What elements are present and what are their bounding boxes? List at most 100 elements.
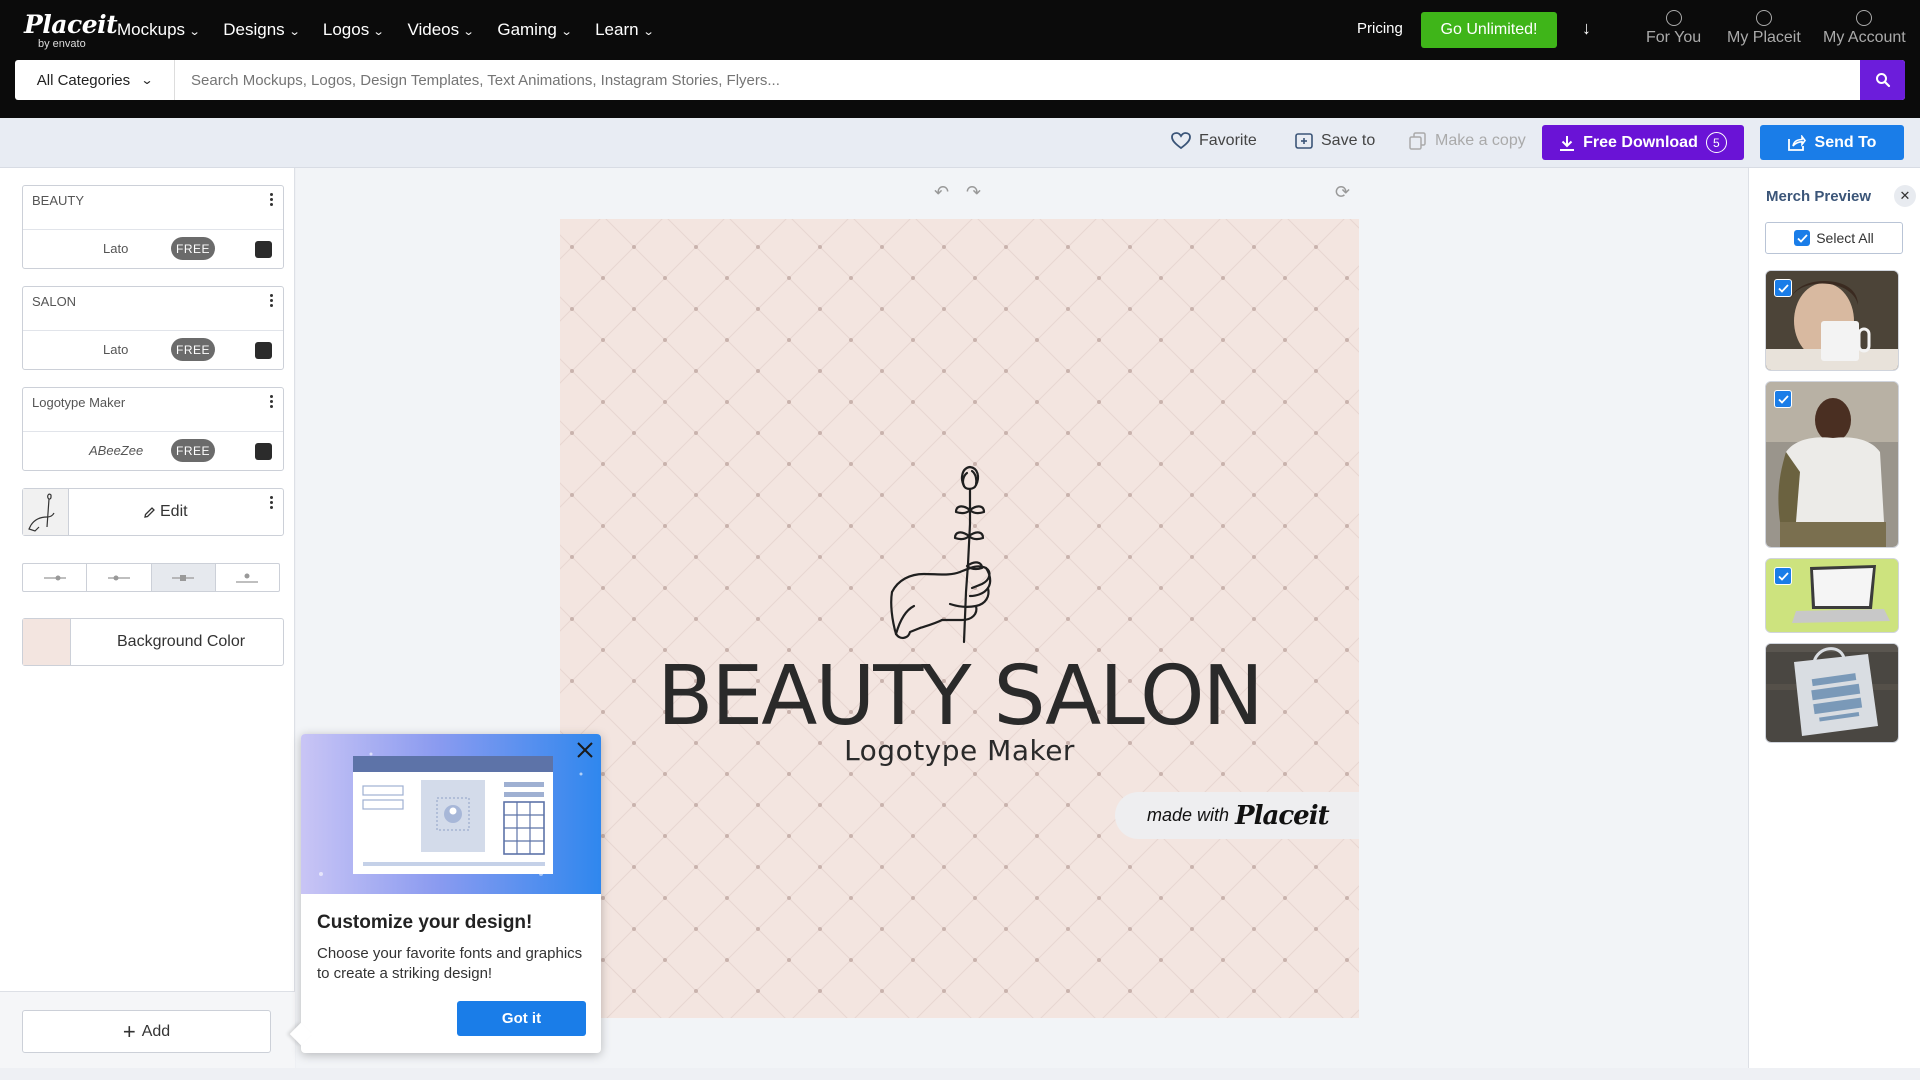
- save-to-button[interactable]: Save to: [1295, 132, 1375, 150]
- more-options-icon[interactable]: [270, 496, 274, 511]
- placeit-logo[interactable]: Placeit by envato: [24, 12, 118, 51]
- chevron-down-icon: ⌄: [642, 25, 655, 38]
- compass-icon: [1665, 10, 1682, 26]
- menu-videos[interactable]: Videos ⌄: [407, 18, 474, 42]
- font-name[interactable]: ABeeZee: [89, 443, 143, 458]
- checkbox-checked-icon: [1794, 230, 1811, 246]
- category-value: All Categories: [36, 71, 131, 89]
- make-copy-button[interactable]: Make a copy: [1409, 132, 1526, 150]
- text-layer-salon[interactable]: SALON Lato FREE: [22, 286, 284, 370]
- text-layer-beauty[interactable]: BEAUTY Lato FREE: [22, 185, 284, 269]
- free-badge: FREE: [171, 439, 215, 462]
- menu-label: Gaming: [497, 20, 557, 39]
- font-name[interactable]: Lato: [103, 342, 128, 357]
- menu-designs[interactable]: Designs ⌄: [223, 18, 301, 42]
- search-button[interactable]: [1860, 60, 1905, 100]
- design-canvas[interactable]: BEAUTY SALON Logotype Maker made with Pl…: [560, 219, 1359, 1018]
- merch-preview-laptop[interactable]: [1765, 558, 1899, 633]
- pencil-icon: [144, 506, 155, 518]
- add-label: Add: [141, 1022, 171, 1040]
- alignment-controls: [22, 563, 280, 592]
- download-icon: [1560, 135, 1575, 151]
- undo-icon[interactable]: ↶: [934, 182, 949, 203]
- layer-text: SALON: [32, 294, 77, 309]
- background-color-control[interactable]: Background Color: [22, 618, 284, 666]
- for-you-link[interactable]: For You: [1646, 10, 1701, 47]
- tote-bag-mockup-image: [1766, 644, 1898, 742]
- free-badge: FREE: [171, 338, 215, 361]
- send-to-button[interactable]: Send To: [1760, 125, 1904, 160]
- more-options-icon[interactable]: [270, 395, 274, 410]
- align-bottom-button[interactable]: [216, 564, 279, 591]
- align-left-button[interactable]: [23, 564, 88, 591]
- checkbox-checked-icon[interactable]: [1774, 279, 1792, 297]
- close-popup-button[interactable]: [573, 738, 597, 762]
- more-options-icon[interactable]: [270, 294, 274, 309]
- select-all-checkbox[interactable]: Select All: [1765, 222, 1903, 254]
- align-right-button[interactable]: [87, 564, 152, 591]
- main-menu: Mockups ⌄ Designs ⌄ Logos ⌄ Videos ⌄ Gaming ⌄…: [117, 18, 677, 42]
- menu-label: Designs: [223, 20, 285, 39]
- my-placeit-link[interactable]: My Placeit: [1727, 10, 1801, 47]
- got-it-button[interactable]: Got it: [457, 1001, 586, 1036]
- more-options-icon[interactable]: [270, 193, 274, 208]
- go-unlimited-button[interactable]: Go Unlimited!: [1421, 12, 1557, 48]
- text-color-swatch[interactable]: [255, 342, 272, 359]
- free-download-button[interactable]: Free Download 5: [1542, 125, 1744, 160]
- checkbox-checked-icon[interactable]: [1774, 567, 1792, 585]
- close-merch-preview-button[interactable]: ✕: [1894, 185, 1916, 207]
- chevron-down-icon: ⌄: [288, 25, 301, 38]
- design-title[interactable]: BEAUTY SALON: [560, 649, 1359, 744]
- my-account-label: My Account: [1823, 29, 1906, 46]
- menu-logos[interactable]: Logos ⌄: [323, 18, 385, 42]
- design-subtitle[interactable]: Logotype Maker: [560, 734, 1359, 767]
- text-color-swatch[interactable]: [255, 241, 272, 258]
- graphic-thumbnail: [23, 489, 69, 535]
- align-bottom-icon: [236, 573, 259, 583]
- pricing-link[interactable]: Pricing: [1357, 20, 1403, 37]
- divider: [23, 330, 283, 331]
- redo-icon[interactable]: ↷: [966, 182, 981, 203]
- search-input[interactable]: [175, 60, 1860, 100]
- download-arrow-icon[interactable]: ↓: [1582, 18, 1591, 39]
- merch-preview-tote[interactable]: [1765, 643, 1899, 743]
- search-bar: All Categories ⌄: [15, 60, 1905, 100]
- edit-graphic-button[interactable]: Edit: [143, 503, 188, 521]
- watermark-brand: Placeit: [1235, 800, 1330, 831]
- editor-toolbar: Favorite Save to Make a copy Free Downlo…: [0, 118, 1920, 168]
- align-left-icon: [43, 575, 66, 580]
- my-placeit-label: My Placeit: [1727, 29, 1801, 46]
- favorite-button[interactable]: Favorite: [1171, 132, 1257, 150]
- font-name[interactable]: Lato: [103, 241, 128, 256]
- hand-holding-flower-graphic: [890, 465, 992, 644]
- text-layer-logotype-maker[interactable]: Logotype Maker ABeeZee FREE: [22, 387, 284, 471]
- layer-text: BEAUTY: [32, 193, 85, 208]
- layers-panel: BEAUTY Lato FREE SALON Lato FREE Logotyp…: [0, 168, 295, 1068]
- graphic-layer[interactable]: Edit: [22, 488, 284, 536]
- merch-preview-mug[interactable]: [1765, 270, 1899, 371]
- menu-learn[interactable]: Learn ⌄: [595, 18, 655, 42]
- folder-plus-icon: [1295, 133, 1313, 149]
- category-select[interactable]: All Categories ⌄: [15, 60, 175, 100]
- share-icon: [1787, 134, 1806, 151]
- checkbox-checked-icon[interactable]: [1774, 390, 1792, 408]
- merch-preview-panel: Merch Preview ✕ Select All: [1748, 168, 1920, 1068]
- layer-text: Logotype Maker: [32, 395, 126, 410]
- editor-illustration-icon: [319, 752, 583, 876]
- menu-gaming[interactable]: Gaming ⌄: [497, 18, 572, 42]
- align-center-button[interactable]: [151, 564, 216, 591]
- add-button[interactable]: + Add: [22, 1010, 271, 1053]
- onboarding-popup: Customize your design! Choose your favor…: [289, 734, 601, 1053]
- refresh-icon[interactable]: ⟳: [1335, 182, 1350, 203]
- for-you-label: For You: [1646, 29, 1702, 46]
- heart-icon: [1171, 132, 1191, 150]
- send-to-label: Send To: [1814, 133, 1877, 151]
- text-color-swatch[interactable]: [255, 443, 272, 460]
- menu-mockups[interactable]: Mockups ⌄: [117, 18, 201, 42]
- my-account-link[interactable]: My Account: [1823, 10, 1906, 47]
- background-color-swatch[interactable]: [23, 619, 71, 665]
- menu-label: Videos: [407, 20, 460, 39]
- menu-label: Learn: [595, 20, 639, 39]
- chevron-down-icon: ⌄: [188, 25, 201, 38]
- merch-preview-tshirt[interactable]: [1765, 381, 1899, 548]
